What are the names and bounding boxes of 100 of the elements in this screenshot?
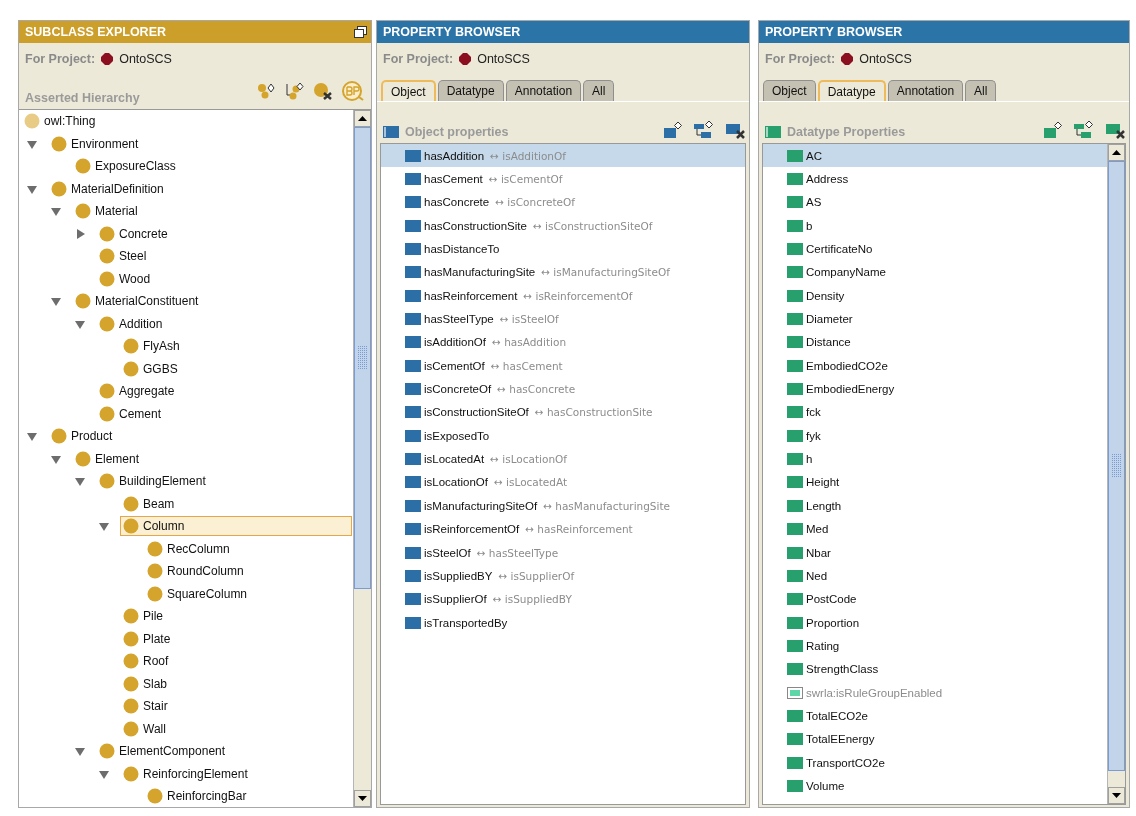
property-item[interactable]: hasReinforcement ↔ isReinforcementOf xyxy=(381,284,745,308)
tab[interactable]: Annotation xyxy=(505,80,582,101)
add-subclass-icon[interactable] xyxy=(285,82,305,100)
expand-toggle[interactable] xyxy=(98,520,110,533)
tree-item[interactable]: Wall xyxy=(120,718,169,739)
property-item[interactable]: Length xyxy=(763,494,1107,518)
tab[interactable]: Annotation xyxy=(887,80,964,101)
property-item[interactable]: isLocationOf ↔ isLocatedAt xyxy=(381,470,745,495)
scroll-up-button[interactable] xyxy=(1108,144,1125,161)
property-item[interactable]: AC xyxy=(763,144,1107,168)
tree-item[interactable]: Aggregate xyxy=(96,381,178,402)
add-property-icon[interactable] xyxy=(663,121,683,139)
tree-item[interactable]: Steel xyxy=(96,246,150,267)
tab[interactable]: Datatype xyxy=(437,80,504,101)
property-item[interactable]: isLocatedAt ↔ isLocationOf xyxy=(381,447,745,471)
scroll-down-button[interactable] xyxy=(354,790,371,807)
property-item[interactable]: hasDistanceTo xyxy=(381,237,745,261)
property-item[interactable]: isConcreteOf ↔ hasConcrete xyxy=(381,377,745,401)
tree-item[interactable]: MaterialDefinition xyxy=(48,178,167,199)
tree-item[interactable]: Material xyxy=(72,201,141,222)
tree-item[interactable]: Element xyxy=(72,448,143,469)
tree-item[interactable]: Cement xyxy=(96,403,165,424)
property-item[interactable]: TransportCO2e xyxy=(763,750,1107,775)
property-item[interactable]: Diameter xyxy=(763,307,1107,331)
tab[interactable]: All xyxy=(583,80,615,101)
property-item[interactable]: hasAddition ↔ isAdditionOf xyxy=(381,144,745,168)
property-item[interactable]: isReinforcementOf ↔ hasReinforcement xyxy=(381,517,745,541)
tree-item[interactable]: Addition xyxy=(96,313,166,334)
property-item[interactable]: CertificateNo xyxy=(763,237,1107,261)
property-item[interactable]: fyk xyxy=(763,424,1107,448)
tree-item[interactable]: BuildingElement xyxy=(96,471,209,492)
scroll-up-button[interactable] xyxy=(354,110,371,127)
property-item[interactable]: Rating xyxy=(763,634,1107,658)
tree-item[interactable]: RoundColumn xyxy=(144,561,247,582)
tree-item[interactable]: Roof xyxy=(120,651,172,672)
tree-item[interactable]: Slab xyxy=(120,673,171,694)
property-item[interactable]: swrla:isRuleGroupEnabled xyxy=(763,680,1107,705)
tab[interactable]: Datatype xyxy=(817,80,886,101)
add-subproperty-icon[interactable] xyxy=(1073,121,1095,139)
scroll-down-button[interactable] xyxy=(1108,787,1125,804)
tree-item[interactable]: ElementComponent xyxy=(96,741,229,762)
property-item[interactable]: isTransportedBy xyxy=(381,610,745,635)
property-item[interactable]: CompanyName xyxy=(763,260,1107,285)
tree-item[interactable]: RecColumn xyxy=(144,538,233,559)
property-item[interactable]: hasManufacturingSite ↔ isManufacturingSiteOf xyxy=(381,260,745,285)
property-item[interactable]: Address xyxy=(763,167,1107,191)
property-item[interactable]: isAdditionOf ↔ hasAddition xyxy=(381,330,745,355)
expand-toggle[interactable] xyxy=(74,475,86,488)
tab[interactable]: Object xyxy=(763,80,816,101)
property-item[interactable]: TotalECO2e xyxy=(763,704,1107,728)
tree-item[interactable]: ExposureClass xyxy=(72,156,179,177)
tree-item[interactable]: ReinforcingBar xyxy=(144,786,250,807)
scroll-thumb[interactable] xyxy=(354,127,371,589)
property-item[interactable]: isSupplierOf ↔ isSuppliedBY xyxy=(381,587,745,611)
expand-toggle[interactable] xyxy=(50,205,62,218)
property-item[interactable]: hasConcrete ↔ isConcreteOf xyxy=(381,190,745,215)
tree-item[interactable]: Plate xyxy=(120,628,174,649)
property-item[interactable]: AS xyxy=(763,190,1107,215)
tab[interactable]: All xyxy=(965,80,997,101)
property-item[interactable]: isCementOf ↔ hasCement xyxy=(381,354,745,378)
tree-item[interactable]: GGBS xyxy=(120,358,181,379)
property-item[interactable]: isManufacturingSiteOf ↔ hasManufacturingSite xyxy=(381,494,745,518)
delete-property-icon[interactable] xyxy=(1105,121,1125,139)
tree-item[interactable]: Wood xyxy=(96,268,154,289)
property-item[interactable]: Density xyxy=(763,284,1107,308)
tree-item[interactable]: Beam xyxy=(120,493,178,514)
tree-item[interactable]: SquareColumn xyxy=(144,583,251,604)
scrollbar[interactable] xyxy=(353,110,371,807)
property-item[interactable]: b xyxy=(763,214,1107,238)
property-item[interactable]: isExposedTo xyxy=(381,424,745,448)
property-item[interactable]: hasCement ↔ isCementOf xyxy=(381,167,745,191)
add-subproperty-icon[interactable] xyxy=(693,121,715,139)
add-property-icon[interactable] xyxy=(1043,121,1063,139)
property-item[interactable]: isConstructionSiteOf ↔ hasConstructionSite xyxy=(381,400,745,425)
tab[interactable]: Object xyxy=(381,80,436,101)
expand-toggle[interactable] xyxy=(74,745,86,758)
add-class-icon[interactable] xyxy=(257,83,277,99)
property-item[interactable]: StrengthClass xyxy=(763,657,1107,681)
tree-item[interactable]: ReinforcingElement xyxy=(120,763,251,784)
tree-item[interactable]: FlyAsh xyxy=(120,336,183,357)
tree-item[interactable]: Concrete xyxy=(96,223,171,244)
property-item[interactable]: isSteelOf ↔ hasSteelType xyxy=(381,540,745,565)
property-item[interactable]: isSuppliedBY ↔ isSupplierOf xyxy=(381,564,745,588)
property-item[interactable]: Distance xyxy=(763,330,1107,355)
delete-class-icon[interactable] xyxy=(313,82,333,100)
property-item[interactable]: h xyxy=(763,447,1107,471)
property-item[interactable]: EmbodiedEnergy xyxy=(763,377,1107,401)
property-item[interactable]: hasSteelType ↔ isSteelOf xyxy=(381,307,745,331)
tree-item[interactable]: owl:Thing xyxy=(21,111,99,132)
tree-item[interactable]: Environment xyxy=(48,133,142,154)
restore-icon[interactable] xyxy=(354,26,367,38)
tree-item[interactable]: Product xyxy=(48,426,116,447)
expand-toggle[interactable] xyxy=(26,430,38,443)
expand-toggle[interactable] xyxy=(50,295,62,308)
property-item[interactable]: EmbodiedCO2e xyxy=(763,354,1107,378)
property-item[interactable]: Volume xyxy=(763,774,1107,798)
property-item[interactable]: Nbar xyxy=(763,540,1107,565)
property-item[interactable]: hasConstructionSite ↔ isConstructionSiteOf xyxy=(381,214,745,238)
delete-property-icon[interactable] xyxy=(725,121,745,139)
property-item[interactable]: Med xyxy=(763,517,1107,541)
